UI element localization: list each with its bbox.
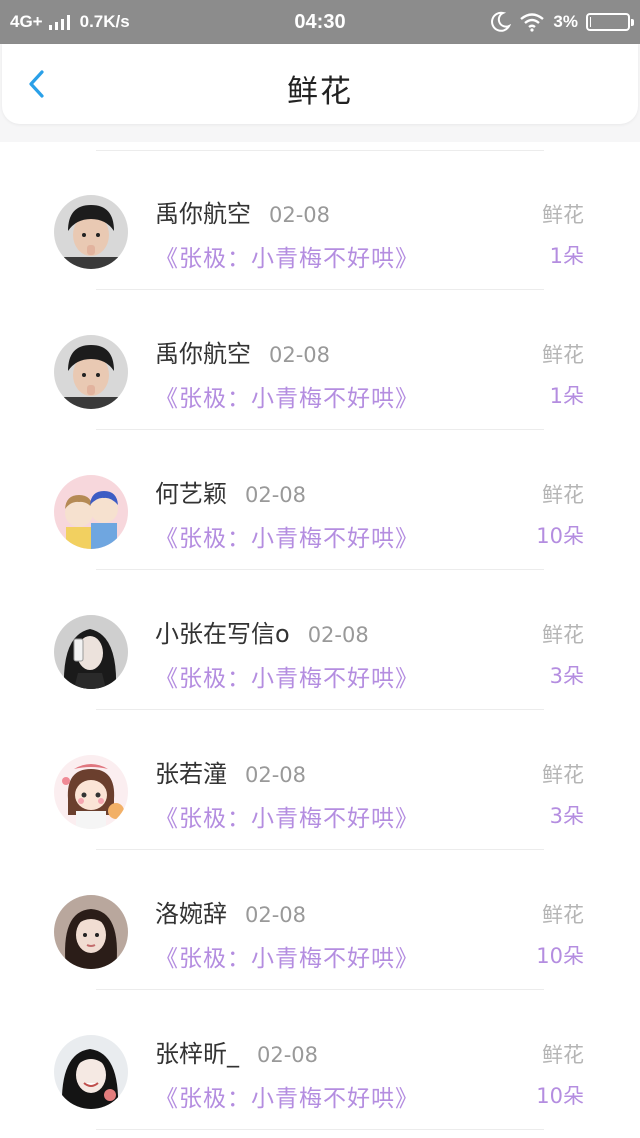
avatar[interactable] (54, 195, 128, 269)
gift-type: 鲜花 (542, 903, 584, 927)
avatar[interactable] (54, 755, 128, 829)
user-name[interactable]: 张梓昕_ (155, 1034, 239, 1069)
book-title-link[interactable]: 《张极：小青梅不好哄》 (155, 939, 419, 973)
gift-type: 鲜花 (542, 343, 584, 367)
name-line: 洛婉辞 02-08 (155, 894, 306, 929)
list-item[interactable]: 禹你航空 02-08 《张极：小青梅不好哄》 鲜花 1朵 (0, 282, 640, 430)
name-line: 禹你航空 02-08 (155, 194, 330, 229)
gift-count: 10朵 (536, 944, 584, 968)
book-title-link[interactable]: 《张极：小青梅不好哄》 (155, 519, 419, 553)
gift-date: 02-08 (269, 343, 331, 367)
gift-date: 02-08 (245, 903, 307, 927)
book-title-link[interactable]: 《张极：小青梅不好哄》 (155, 1079, 419, 1113)
gift-count: 3朵 (549, 664, 584, 688)
nav-bar: 鲜花 (2, 44, 638, 124)
gift-type: 鲜花 (542, 483, 584, 507)
book-title-link[interactable]: 《张极：小青梅不好哄》 (155, 239, 419, 273)
user-name[interactable]: 禹你航空 (155, 334, 251, 369)
name-line: 张若潼 02-08 (155, 754, 306, 789)
gift-count: 1朵 (549, 384, 584, 408)
user-name[interactable]: 禹你航空 (155, 194, 251, 229)
list-item[interactable]: 张梓昕_ 02-08 《张极：小青梅不好哄》 鲜花 10朵 (0, 982, 640, 1130)
avatar[interactable] (54, 1035, 128, 1109)
list-item[interactable]: 小张在写信o 02-08 《张极：小青梅不好哄》 鲜花 3朵 (0, 562, 640, 710)
name-line: 何艺颖 02-08 (155, 474, 306, 509)
battery-fill (590, 17, 591, 27)
user-name[interactable]: 何艺颖 (155, 474, 227, 509)
gift-date: 02-08 (245, 763, 307, 787)
user-name[interactable]: 小张在写信o (155, 614, 290, 649)
battery-percent: 3% (553, 12, 578, 31)
book-title-link[interactable]: 《张极：小青梅不好哄》 (155, 379, 419, 413)
status-right: 3% (489, 0, 634, 44)
wifi-icon (520, 13, 545, 32)
gift-date: 02-08 (307, 623, 369, 647)
battery-icon (586, 13, 634, 31)
gift-date: 02-08 (257, 1043, 319, 1067)
avatar[interactable] (54, 615, 128, 689)
gift-date: 02-08 (245, 483, 307, 507)
gift-type: 鲜花 (542, 623, 584, 647)
gift-count: 1朵 (549, 244, 584, 268)
gift-count: 3朵 (549, 804, 584, 828)
name-line: 小张在写信o 02-08 (155, 614, 369, 649)
gift-list[interactable]: 禹你航空 02-08 《张极：小青梅不好哄》 鲜花 1朵 禹你航空 02-08 《张极：小青… (0, 142, 640, 1138)
gift-count: 10朵 (536, 524, 584, 548)
list-item[interactable]: 洛婉辞 02-08 《张极：小青梅不好哄》 鲜花 10朵 (0, 842, 640, 990)
book-title-link[interactable]: 《张极：小青梅不好哄》 (155, 659, 419, 693)
name-line: 张梓昕_ 02-08 (155, 1034, 318, 1069)
page-title: 鲜花 (287, 74, 353, 110)
user-name[interactable]: 洛婉辞 (155, 894, 227, 929)
divider (96, 1129, 544, 1130)
gift-type: 鲜花 (542, 203, 584, 227)
avatar[interactable] (54, 895, 128, 969)
gift-type: 鲜花 (542, 763, 584, 787)
gift-count: 10朵 (536, 1084, 584, 1108)
list-item[interactable]: 何艺颖 02-08 《张极：小青梅不好哄》 鲜花 10朵 (0, 422, 640, 570)
name-line: 禹你航空 02-08 (155, 334, 330, 369)
gift-date: 02-08 (269, 203, 331, 227)
user-name[interactable]: 张若潼 (155, 754, 227, 789)
avatar[interactable] (54, 335, 128, 409)
status-bar: 4G+ 0.7K/s 04:30 3% (0, 0, 640, 44)
list-item[interactable]: 张若潼 02-08 《张极：小青梅不好哄》 鲜花 3朵 (0, 702, 640, 850)
book-title-link[interactable]: 《张极：小青梅不好哄》 (155, 799, 419, 833)
gift-type: 鲜花 (542, 1043, 584, 1067)
list-item[interactable]: 禹你航空 02-08 《张极：小青梅不好哄》 鲜花 1朵 (0, 142, 640, 290)
avatar[interactable] (54, 475, 128, 549)
moon-icon (491, 11, 512, 32)
